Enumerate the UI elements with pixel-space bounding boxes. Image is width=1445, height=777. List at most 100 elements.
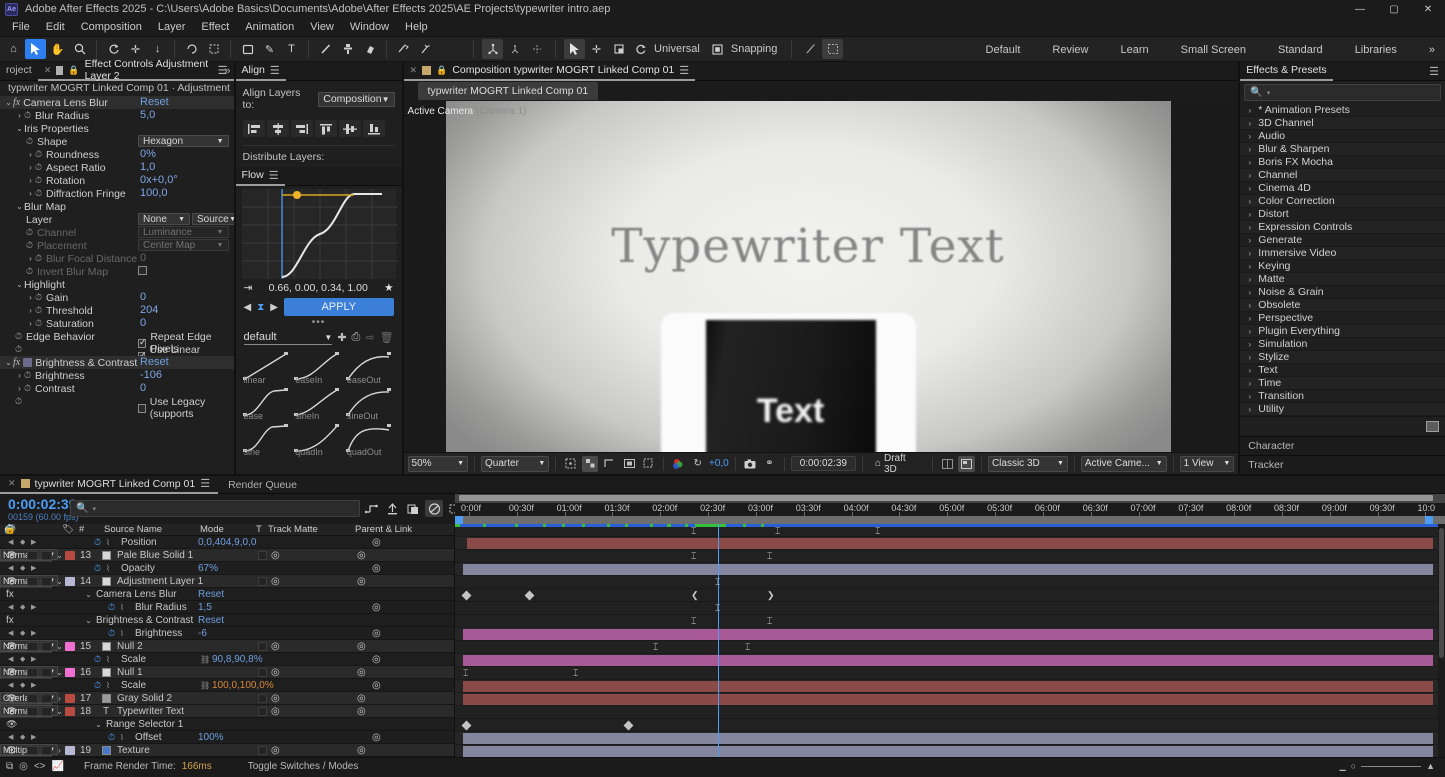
effect-name[interactable]: Brightness & Contrast bbox=[96, 614, 193, 627]
graph-editor-icon[interactable] bbox=[425, 500, 443, 517]
exposure-reset-icon[interactable]: ↻ bbox=[689, 456, 706, 472]
layer-name[interactable]: Pale Blue Solid 1 bbox=[117, 549, 193, 562]
effect-row[interactable]: ⏱ChannelLuminance▼ bbox=[0, 226, 234, 239]
property-expression-icon[interactable]: ◎ bbox=[372, 601, 381, 614]
menu-layer[interactable]: Layer bbox=[150, 18, 194, 36]
graph-editor-property-icon[interactable]: ⌇ bbox=[106, 679, 110, 692]
curve-preset-linear[interactable]: linear bbox=[242, 349, 293, 384]
tab-timeline-comp[interactable]: ✕ typwriter MOGRT Linked Comp 01 ☰ bbox=[0, 476, 218, 494]
track-matte-square[interactable] bbox=[258, 551, 267, 560]
universal-toggle[interactable]: Universal bbox=[652, 39, 706, 59]
stopwatch-icon[interactable]: ⏱ bbox=[35, 254, 44, 263]
solo-toggle[interactable] bbox=[41, 668, 52, 677]
timeline-property-row[interactable]: ◀◆▶⏱⌇Position0,0,404,9,0,0◎ bbox=[0, 536, 454, 549]
layer-name[interactable]: Adjustment Layer 1 bbox=[117, 575, 203, 588]
chevron-down-icon[interactable]: ⌄ bbox=[15, 124, 24, 133]
marker-icon[interactable]: ⌶ bbox=[775, 527, 780, 536]
timeline-layer-row[interactable]: 👁⌄18TTypewriter TextNormal▼◎No Mat▼◎16. … bbox=[0, 705, 454, 718]
column-header-track-matte[interactable]: Track Matte bbox=[268, 524, 318, 536]
roto-brush-tool-icon[interactable] bbox=[203, 39, 224, 59]
stopwatch-icon[interactable]: ⏱ bbox=[26, 137, 35, 146]
snapping-checkbox-icon[interactable] bbox=[707, 39, 728, 59]
align-bottom-icon[interactable] bbox=[363, 120, 385, 137]
timeline-zoom-bar[interactable] bbox=[455, 494, 1445, 503]
reset-link[interactable]: Reset bbox=[198, 588, 224, 601]
effect-row-value[interactable]: 100,0 bbox=[140, 187, 168, 199]
property-group-name[interactable]: Range Selector 1 bbox=[106, 718, 183, 731]
chevron-right-icon[interactable]: › bbox=[1245, 158, 1254, 167]
fx-icon[interactable]: fx bbox=[6, 614, 14, 627]
chevron-right-icon[interactable]: › bbox=[26, 176, 35, 185]
keyframe-next-icon[interactable]: ▶ bbox=[31, 679, 36, 692]
track-matte-toggle-icon[interactable]: ◎ bbox=[271, 666, 280, 679]
work-area-end-handle[interactable] bbox=[1425, 516, 1433, 524]
keyframe-next-icon[interactable]: ▶ bbox=[31, 536, 36, 549]
effect-row-value[interactable]: 0x+0,0° bbox=[140, 174, 178, 186]
keyframe-add-icon[interactable]: ◆ bbox=[20, 627, 25, 640]
chevron-down-icon[interactable]: ⌄ bbox=[55, 549, 64, 562]
effect-row[interactable]: ›⏱Blur Focal Distance0 bbox=[0, 252, 234, 265]
keyframe-prev-icon[interactable]: ◀ bbox=[8, 679, 13, 692]
chevron-right-icon[interactable]: › bbox=[26, 293, 35, 302]
show-snapshot-icon[interactable]: ⚭ bbox=[761, 456, 778, 472]
layer-name[interactable]: Gray Solid 2 bbox=[117, 692, 172, 705]
stopwatch-icon[interactable]: ⏱ bbox=[94, 562, 101, 575]
rotate-shape-icon[interactable] bbox=[181, 39, 202, 59]
close-icon[interactable]: ✕ bbox=[44, 65, 52, 76]
eye-icon[interactable]: 👁 bbox=[6, 549, 17, 562]
keyframe-prev-icon[interactable]: ◀ bbox=[8, 536, 13, 549]
chevron-right-icon[interactable]: › bbox=[1245, 145, 1254, 154]
property-expression-icon[interactable]: ◎ bbox=[372, 536, 381, 549]
timeline-menu-icon[interactable]: ☰ bbox=[200, 477, 210, 490]
audio-toggle[interactable] bbox=[27, 577, 38, 586]
timeline-track-row[interactable] bbox=[455, 628, 1445, 641]
chevron-right-icon[interactable]: › bbox=[1245, 119, 1254, 128]
effect-dropdown[interactable]: Luminance▼ bbox=[138, 226, 229, 238]
track-matte-toggle-icon[interactable]: ◎ bbox=[271, 744, 280, 757]
live-update-icon[interactable] bbox=[362, 500, 380, 517]
keyframe-marker[interactable] bbox=[525, 591, 535, 601]
proportional-grid-icon[interactable] bbox=[621, 456, 638, 472]
keyframe-prev-icon[interactable]: ◀ bbox=[8, 601, 13, 614]
minimize-button[interactable]: — bbox=[1343, 0, 1377, 18]
chevron-down-icon[interactable]: ⌄ bbox=[55, 705, 64, 718]
layer-name[interactable]: Null 1 bbox=[117, 666, 143, 679]
timeline-track-row[interactable]: ⌶⌶ bbox=[455, 641, 1445, 654]
timeline-property-row[interactable]: ◀◆▶⏱⌇Offset100%◎ bbox=[0, 731, 454, 744]
effect-row[interactable]: ⏱Invert Blur Map bbox=[0, 265, 234, 278]
graph-editor-property-icon[interactable]: ⌇ bbox=[106, 536, 110, 549]
track-matte-square[interactable] bbox=[258, 746, 267, 755]
chevron-down-icon[interactable]: ⌄ bbox=[55, 575, 64, 588]
layer-duration-bar[interactable] bbox=[463, 681, 1433, 692]
lock-icon[interactable]: 🔒 bbox=[436, 65, 447, 76]
stopwatch-icon[interactable]: ⏱ bbox=[94, 679, 101, 692]
chevron-down-icon[interactable]: ⌄ bbox=[4, 358, 13, 367]
timeline-property-row[interactable]: ◀◆▶⏱⌇Blur Radius1,5◎ bbox=[0, 601, 454, 614]
keyframe-prev-icon[interactable]: ◀ bbox=[8, 731, 13, 744]
timeline-layer-row[interactable]: 👁⌄13Pale Blue Solid 1Normal▼◎No Mat▼◎Non… bbox=[0, 549, 454, 562]
column-header-t[interactable]: T bbox=[256, 524, 262, 536]
transparency-grid-icon[interactable] bbox=[582, 456, 599, 472]
menu-effect[interactable]: Effect bbox=[193, 18, 237, 36]
add-preset-icon[interactable]: ✚ bbox=[337, 331, 346, 344]
keyframe-hold-marker[interactable]: ⌶ bbox=[573, 669, 578, 678]
scale-tool-icon[interactable] bbox=[608, 39, 629, 59]
chevron-down-icon[interactable]: ⌄ bbox=[15, 280, 24, 289]
effect-row[interactable]: LayerNone▼Sourcе▼ bbox=[0, 213, 234, 226]
toggle-switches-modes-label[interactable]: Toggle Switches / Modes bbox=[248, 761, 359, 772]
tab-render-queue[interactable]: Render Queue bbox=[218, 479, 307, 491]
keyframe-add-icon[interactable]: ◆ bbox=[20, 653, 25, 666]
flow-prev-icon[interactable]: ◀ bbox=[244, 302, 252, 313]
eye-icon[interactable]: 👁 bbox=[6, 575, 17, 588]
keyframe-prev-icon[interactable]: ◀ bbox=[8, 653, 13, 666]
solo-toggle[interactable] bbox=[41, 694, 52, 703]
effect-row[interactable]: ›⏱Aspect Ratio1,0 bbox=[0, 161, 234, 174]
effects-category-item[interactable]: ›Stylize bbox=[1240, 351, 1445, 364]
anchor-point-tool-icon[interactable]: ✛ bbox=[125, 39, 146, 59]
workspace-review[interactable]: Review bbox=[1036, 37, 1104, 63]
panel-character[interactable]: Character bbox=[1240, 436, 1445, 455]
effect-row-value[interactable]: 0% bbox=[140, 148, 156, 160]
effect-row[interactable]: ⏱PlacementCenter Map▼ bbox=[0, 239, 234, 252]
effect-row[interactable]: ›⏱Blur Radius5,0 bbox=[0, 109, 234, 122]
tab-composition[interactable]: ✕ 🔒 Composition typwriter MOGRT Linked C… bbox=[404, 62, 696, 81]
